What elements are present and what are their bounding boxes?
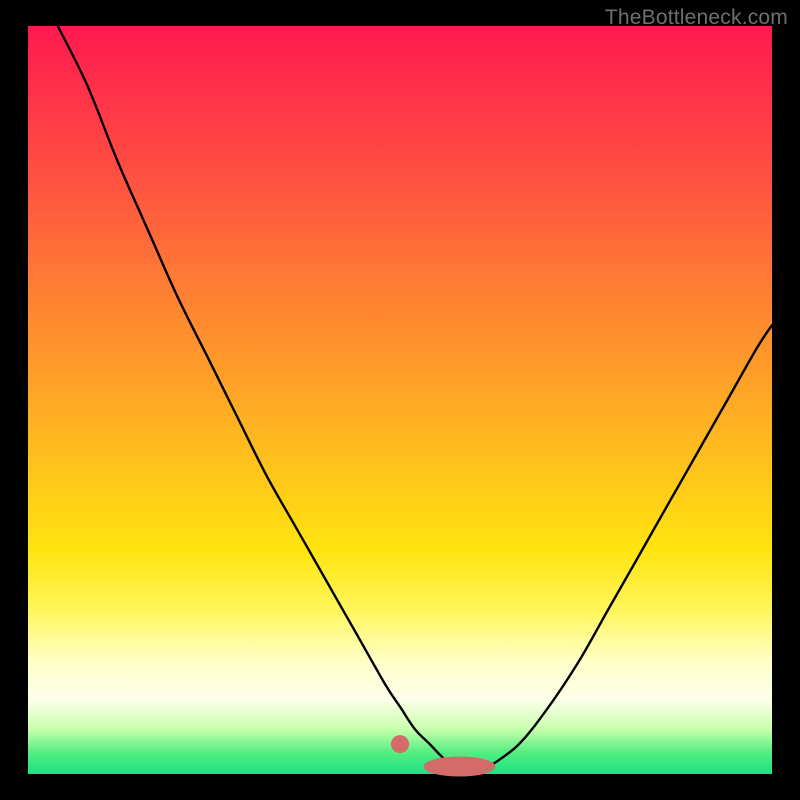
chart-frame: TheBottleneck.com (0, 0, 800, 800)
marker-dot (391, 735, 409, 753)
plot-area (28, 26, 772, 774)
bottleneck-curve (58, 26, 772, 774)
marker-blob (424, 757, 496, 777)
curve-layer (28, 26, 772, 774)
